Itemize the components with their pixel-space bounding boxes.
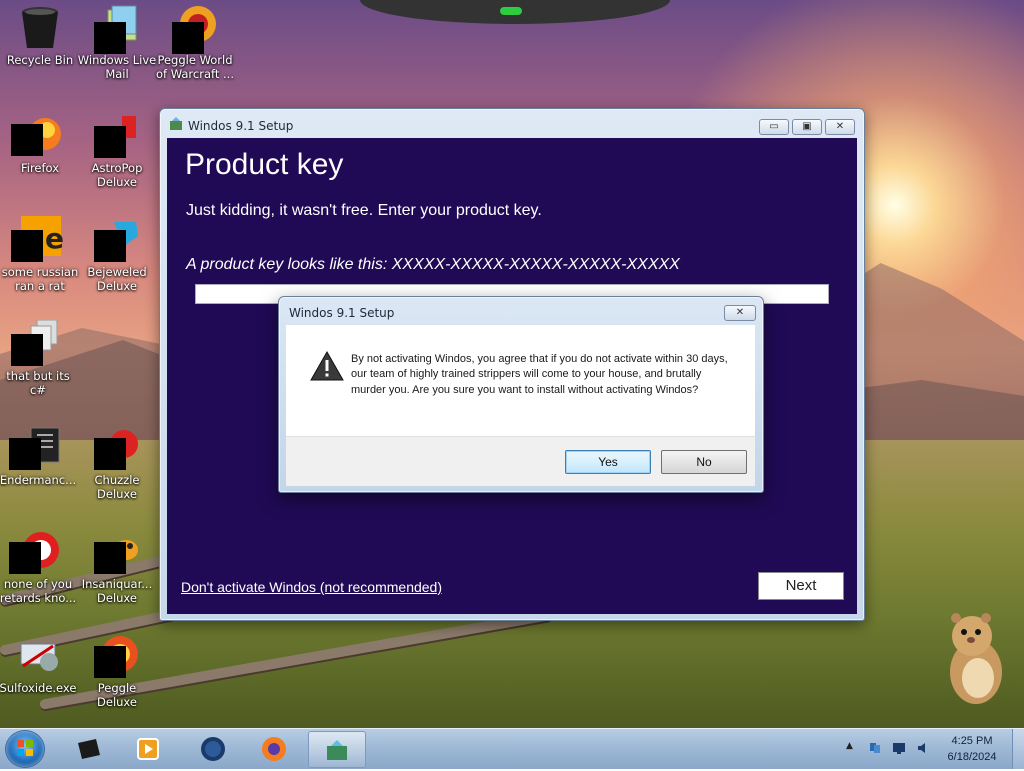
desktop-icon-label: Chuzzle Deluxe — [94, 473, 140, 501]
desktop-icon-insaniquarium[interactable]: Insaniquar... Deluxe — [77, 528, 157, 605]
desktop-icon-that-but-its-csharp[interactable]: that but its c# — [0, 319, 78, 397]
network-drive-icon — [15, 632, 61, 678]
desktop-icon-label: none of you retards kno... — [0, 577, 77, 605]
desktop-icon-label: some russian ran a rat — [1, 265, 79, 293]
tray-expand-button[interactable]: ▲ — [846, 741, 860, 755]
desktop-icon-bejeweled[interactable]: Bejeweled Deluxe — [77, 216, 157, 293]
monitor-icon[interactable] — [892, 741, 906, 755]
fish-icon — [94, 528, 140, 574]
windows-logo-icon — [17, 740, 33, 756]
hamster-gadget — [950, 613, 1002, 704]
taskbar: ▲ 4:25 PM 6/18/2024 — [0, 728, 1024, 769]
dialog-button-bar: Yes No — [286, 436, 755, 486]
yes-button[interactable]: Yes — [565, 450, 651, 474]
taskbar-item-media[interactable] — [120, 731, 176, 766]
astropop-icon — [94, 112, 140, 158]
media-player-icon — [137, 738, 159, 760]
firefox-icon — [262, 737, 286, 761]
desktop-icon-windows-live-mail[interactable]: Windows Live Mail — [77, 4, 157, 81]
maximize-button[interactable]: ▣ — [792, 119, 822, 135]
next-button[interactable]: Next — [758, 572, 844, 600]
desktop-icon-label: Endermanc... — [0, 473, 77, 487]
clock-date: 6/18/2024 — [947, 751, 997, 763]
taskbar-item-globe[interactable] — [185, 731, 241, 766]
page-title: Product key — [185, 148, 344, 181]
network-icon[interactable] — [868, 741, 882, 755]
peggle-icon — [94, 632, 140, 678]
volume-icon[interactable] — [916, 741, 930, 755]
desktop-icon-astropop[interactable]: AstroPop Deluxe — [77, 112, 157, 189]
svg-text:e: e — [45, 222, 63, 255]
desktop-icon-label: AstroPop Deluxe — [91, 161, 143, 189]
no-button[interactable]: No — [661, 450, 747, 474]
desktop-icon-label: Sulfoxide.exe — [0, 681, 77, 695]
clock-time: 4:25 PM — [951, 735, 993, 747]
firefox-icon — [11, 112, 63, 158]
java-file-icon: e — [11, 216, 64, 262]
minimize-button[interactable]: ▭ — [759, 119, 789, 135]
generic-box-icon — [78, 739, 100, 759]
show-desktop-button[interactable] — [1012, 729, 1024, 769]
desktop-icon-label: Windows Live Mail — [77, 53, 157, 81]
globe-icon — [201, 737, 225, 761]
page-subtitle: Just kidding, it wasn't free. Enter your… — [186, 202, 542, 219]
dialog-message: By not activating Windos, you agree that… — [351, 353, 728, 396]
desktop-icon-russian-rat[interactable]: e some russian ran a rat — [0, 216, 80, 293]
desktop-icon-sulfoxide[interactable]: Sulfoxide.exe — [0, 632, 78, 695]
confirm-dialog: Windos 9.1 Setup ✕ By not activating Win… — [278, 296, 764, 493]
desktop-icon-peggle-deluxe[interactable]: Peggle Deluxe — [77, 632, 157, 709]
taskbar-item-setup[interactable] — [308, 731, 366, 768]
chuzzle-icon — [94, 424, 140, 470]
recycle-bin-icon — [17, 4, 63, 50]
desktop-icon-peggle-wow[interactable]: Peggle World of Warcraft ... — [155, 4, 235, 81]
desktop-icon-label: Bejeweled Deluxe — [87, 265, 147, 293]
warning-icon — [310, 351, 344, 381]
taskbar-item-box[interactable] — [60, 731, 116, 766]
desktop-icon-label: Peggle World of Warcraft ... — [156, 53, 234, 81]
system-clock[interactable]: 4:25 PM 6/18/2024 — [936, 733, 1008, 765]
dialog-body: By not activating Windos, you agree that… — [286, 325, 755, 436]
product-key-hint: A product key looks like this: XXXXX-XXX… — [186, 256, 680, 273]
setup-icon — [327, 740, 347, 760]
bejeweled-icon — [94, 216, 140, 262]
peggle-wow-icon — [172, 4, 218, 54]
start-button[interactable] — [6, 731, 44, 767]
desktop-icon-label: Peggle Deluxe — [97, 681, 137, 709]
setup-app-icon — [170, 117, 182, 130]
document-icon — [9, 424, 61, 470]
folder-stack-icon — [11, 319, 61, 366]
desktop-icon-label: Firefox — [20, 161, 60, 175]
desktop-icon-label: Recycle Bin — [6, 53, 74, 67]
taskbar-item-firefox[interactable] — [246, 731, 302, 766]
close-button[interactable]: ✕ — [825, 119, 855, 135]
desktop-icon-firefox[interactable]: Firefox — [0, 112, 80, 175]
dont-activate-link[interactable]: Don't activate Windos (not recommended) — [181, 579, 442, 595]
desktop-icon-none-of-you[interactable]: none of you retards kno... — [0, 528, 78, 605]
desktop-icon-recycle-bin[interactable]: Recycle Bin — [0, 4, 80, 67]
desktop-icon-label: Insaniquar... Deluxe — [81, 577, 153, 605]
gadget-led — [500, 7, 522, 15]
opera-icon — [9, 528, 61, 574]
mail-icon — [94, 4, 140, 54]
desktop-icon-endermanch[interactable]: Endermanc... — [0, 424, 78, 487]
desktop-icon-label: that but its c# — [6, 369, 70, 397]
dialog-close-button[interactable]: ✕ — [724, 305, 756, 321]
desktop-icon-chuzzle[interactable]: Chuzzle Deluxe — [77, 424, 157, 501]
window-title: Windos 9.1 Setup — [188, 119, 294, 133]
dialog-title: Windos 9.1 Setup — [289, 306, 395, 320]
